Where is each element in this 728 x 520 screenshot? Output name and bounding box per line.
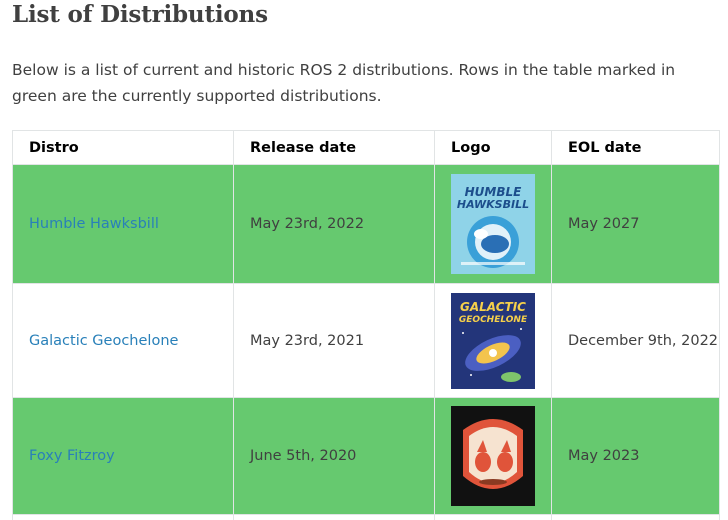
table-row: Humble Hawksbill May 23rd, 2022 HUMBLE H… xyxy=(12,164,720,284)
table-header-row: Distro Release date Logo EOL date xyxy=(12,130,720,165)
page: List of Distributions Below is a list of… xyxy=(0,0,728,520)
release-date-cell: May 23rd, 2021 xyxy=(233,283,435,398)
distributions-table: Distro Release date Logo EOL date Humble… xyxy=(12,130,720,520)
humble-hawksbill-logo: HUMBLE HAWKSBILL xyxy=(451,174,535,274)
logo-cell: HUMBLE HAWKSBILL xyxy=(434,164,552,284)
header-distro: Distro xyxy=(12,130,234,165)
distro-link-galactic[interactable]: Galactic Geochelone xyxy=(29,333,178,349)
logo-cell: GALACTIC GEOCHELONE xyxy=(434,283,552,398)
logo-cell xyxy=(434,514,552,520)
release-date-cell: May 23rd, 2022 xyxy=(233,164,435,284)
release-date-cell: June 5th, 2020 xyxy=(233,397,435,515)
eol-date-cell: May 2027 xyxy=(551,164,720,284)
table-row: Foxy Fitzroy June 5th, 2020 May 2023 xyxy=(12,397,720,515)
header-release-date: Release date xyxy=(233,130,435,165)
intro-paragraph: Below is a list of current and historic … xyxy=(12,61,676,105)
distro-link-humble[interactable]: Humble Hawksbill xyxy=(29,216,159,232)
foxy-fitzroy-logo xyxy=(451,406,535,506)
logo-cell xyxy=(434,397,552,515)
galactic-logo-line2: GEOCHELONE xyxy=(458,314,528,325)
galactic-geochelone-logo: GALACTIC GEOCHELONE xyxy=(451,292,535,389)
eol-date-cell xyxy=(551,514,720,520)
distro-cell: Galactic Geochelone xyxy=(12,283,234,398)
release-date-cell xyxy=(233,514,435,520)
header-eol-date: EOL date xyxy=(551,130,720,165)
galactic-logo-line1: GALACTIC xyxy=(460,299,526,314)
distro-cell: Humble Hawksbill xyxy=(12,164,234,284)
distro-cell xyxy=(12,514,234,520)
eol-date-cell: December 9th, 2022 xyxy=(551,283,720,398)
table-row: Galactic Geochelone May 23rd, 2021 GALAC… xyxy=(12,283,720,398)
table-row xyxy=(12,514,720,520)
eol-date-cell: May 2023 xyxy=(551,397,720,515)
distro-cell: Foxy Fitzroy xyxy=(12,397,234,515)
humble-logo-line2: HAWKSBILL xyxy=(456,198,530,211)
header-logo: Logo xyxy=(434,130,552,165)
distro-link-foxy[interactable]: Foxy Fitzroy xyxy=(29,448,115,464)
humble-logo-line1: HUMBLE xyxy=(464,185,522,199)
page-title: List of Distributions xyxy=(12,1,268,28)
foxy-logo-art xyxy=(463,419,523,489)
